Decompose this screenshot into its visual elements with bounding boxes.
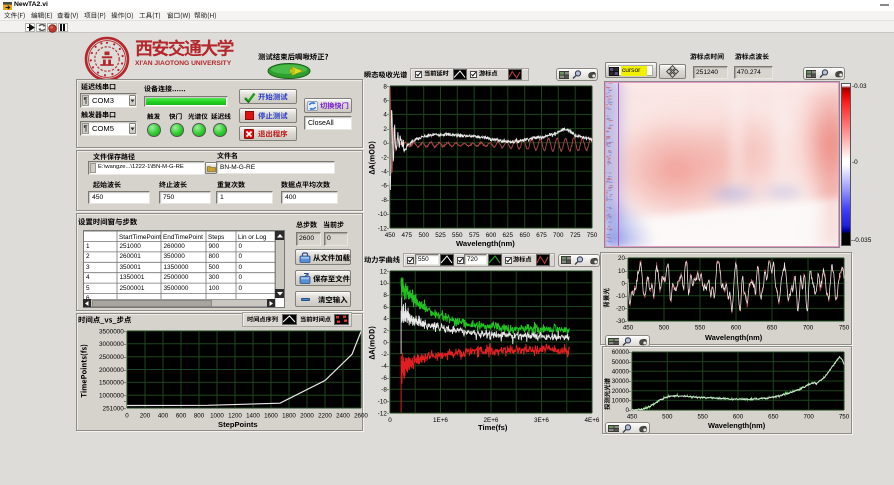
svg-text:650: 650 [519,232,530,239]
svg-text:30000-: 30000- [612,378,631,385]
svg-text:1400: 1400 [246,413,260,420]
svg-text:1200: 1200 [228,413,242,420]
svg-text:50000-: 50000- [612,359,631,366]
svg-text:4-: 4- [383,112,389,119]
svg-text:2-: 2- [383,126,389,133]
svg-text:-10-: -10- [616,293,627,300]
svg-text:4-: 4- [383,316,389,323]
svg-text:725: 725 [570,232,581,239]
svg-text:600: 600 [486,232,497,239]
svg-text:2-: 2- [383,328,389,335]
svg-text:-8-: -8- [381,197,389,204]
svg-text:500: 500 [418,232,429,239]
svg-text:500: 500 [662,414,673,421]
svg-text:600: 600 [176,413,187,420]
svg-text:-8-: -8- [381,387,389,394]
svg-text:200: 200 [140,413,151,420]
svg-text:450: 450 [627,414,638,421]
svg-text:0: 0 [388,417,392,424]
svg-text:20000-: 20000- [612,388,631,395]
svg-text:600: 600 [733,414,744,421]
svg-text:10000-: 10000- [612,398,631,405]
svg-text:60000-: 60000- [612,349,631,356]
svg-text:550: 550 [698,414,709,421]
svg-text:12-: 12- [380,268,389,275]
svg-text:475: 475 [402,232,413,239]
svg-text:800: 800 [194,413,205,420]
svg-text:600: 600 [731,325,742,332]
svg-text:450: 450 [623,325,634,332]
svg-text:-2-: -2- [381,351,389,358]
svg-text:20-: 20- [618,255,627,262]
svg-text:550: 550 [452,232,463,239]
svg-text:10-: 10- [380,280,389,287]
svg-text:650: 650 [767,325,778,332]
svg-text:3E+6: 3E+6 [534,417,549,424]
svg-text:750: 750 [587,232,598,239]
svg-text:500: 500 [659,325,670,332]
svg-text:0-: 0- [621,280,627,287]
svg-text:1E+6: 1E+6 [433,417,448,424]
svg-text:6-: 6- [383,98,389,105]
svg-text:-10-: -10- [378,398,389,405]
svg-text:700: 700 [804,414,815,421]
svg-text:0: 0 [125,413,129,420]
svg-text:675: 675 [536,232,547,239]
svg-text:625: 625 [503,232,514,239]
svg-text:-10-: -10- [378,211,389,218]
svg-text:2000: 2000 [300,413,314,420]
svg-text:550: 550 [695,325,706,332]
svg-text:1600: 1600 [264,413,278,420]
svg-text:1800: 1800 [282,413,296,420]
svg-text:6-: 6- [383,304,389,311]
svg-text:700: 700 [803,325,814,332]
svg-text:-4-: -4- [381,169,389,176]
svg-text:10-: 10- [618,268,627,275]
svg-text:450: 450 [385,232,396,239]
svg-text:650: 650 [768,414,779,421]
svg-text:0-: 0- [383,140,389,147]
svg-text:525: 525 [435,232,446,239]
svg-text:750: 750 [839,414,850,421]
svg-text:1500000-: 1500000- [99,380,126,387]
svg-text:3000000-: 3000000- [99,341,126,348]
svg-text:1000: 1000 [210,413,224,420]
svg-text:575: 575 [469,232,480,239]
svg-text:8-: 8- [383,83,389,90]
svg-text:1000000-: 1000000- [99,393,126,400]
svg-text:400: 400 [158,413,169,420]
svg-text:251000-: 251000- [103,405,126,412]
svg-text:750: 750 [839,325,850,332]
svg-text:0-: 0- [383,339,389,346]
svg-text:4E+6: 4E+6 [585,417,600,424]
svg-text:-20-: -20- [616,306,627,313]
svg-text:3500000-: 3500000- [99,328,126,335]
svg-text:700: 700 [553,232,564,239]
svg-text:2200: 2200 [318,413,332,420]
svg-text:-6-: -6- [381,375,389,382]
svg-text:2500000-: 2500000- [99,354,126,361]
svg-text:2400: 2400 [336,413,350,420]
svg-text:8-: 8- [383,292,389,299]
svg-text:-2-: -2- [381,154,389,161]
svg-text:-6-: -6- [381,183,389,190]
svg-text:40000-: 40000- [612,369,631,376]
svg-text:2600: 2600 [354,413,368,420]
svg-text:2000000-: 2000000- [99,367,126,374]
svg-text:-4-: -4- [381,363,389,370]
svg-text:-: - [124,398,126,405]
